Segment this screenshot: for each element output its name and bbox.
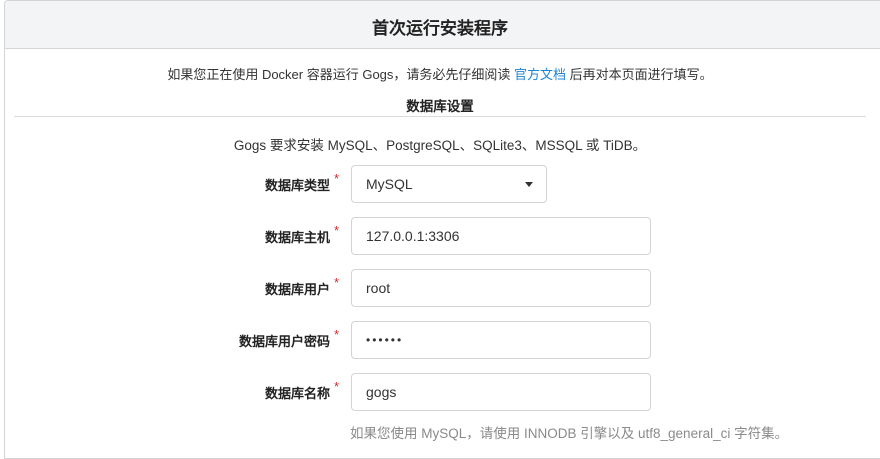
required-mark: * — [334, 275, 340, 290]
required-mark: * — [334, 171, 340, 186]
db-type-row: 数据库类型 * MySQL — [0, 165, 880, 203]
db-name-row: 数据库名称 * gogs — [0, 373, 880, 411]
caret-down-icon — [525, 182, 533, 187]
page-title: 首次运行安装程序 — [372, 19, 508, 38]
notice-text-before: 如果您正在使用 Docker 容器运行 Gogs，请务必先仔细阅读 — [167, 67, 515, 82]
required-mark: * — [334, 379, 340, 394]
db-type-value: MySQL — [366, 176, 413, 192]
db-name-help: 如果您使用 MySQL，请使用 INNODB 引擎以及 utf8_general… — [350, 426, 789, 441]
database-requirement: Gogs 要求安装 MySQL、PostgreSQL、SQLite3、MSSQL… — [233, 138, 647, 153]
section-divider — [14, 116, 866, 117]
db-password-label: 数据库用户密码 — [238, 334, 330, 349]
db-host-input[interactable]: 127.0.0.1:3306 — [351, 217, 651, 255]
required-mark: * — [334, 327, 340, 342]
database-section-title: 数据库设置 — [406, 99, 474, 114]
db-type-label: 数据库类型 — [264, 178, 330, 193]
db-password-input[interactable]: •••••• — [351, 321, 651, 359]
official-docs-link[interactable]: 官方文档 — [514, 67, 566, 82]
db-name-input[interactable]: gogs — [351, 373, 651, 411]
db-host-label: 数据库主机 — [264, 230, 330, 245]
db-user-label: 数据库用户 — [264, 282, 330, 297]
notice-text-after: 后再对本页面进行填写。 — [566, 67, 713, 82]
db-password-row: 数据库用户密码 * •••••• — [0, 321, 880, 359]
db-user-input[interactable]: root — [351, 269, 651, 307]
db-name-label: 数据库名称 — [264, 386, 330, 401]
db-host-row: 数据库主机 * 127.0.0.1:3306 — [0, 217, 880, 255]
db-type-select[interactable]: MySQL — [351, 165, 547, 203]
db-user-row: 数据库用户 * root — [0, 269, 880, 307]
required-mark: * — [334, 223, 340, 238]
docker-notice: 如果您正在使用 Docker 容器运行 Gogs，请务必先仔细阅读 官方文档 后… — [0, 64, 880, 83]
